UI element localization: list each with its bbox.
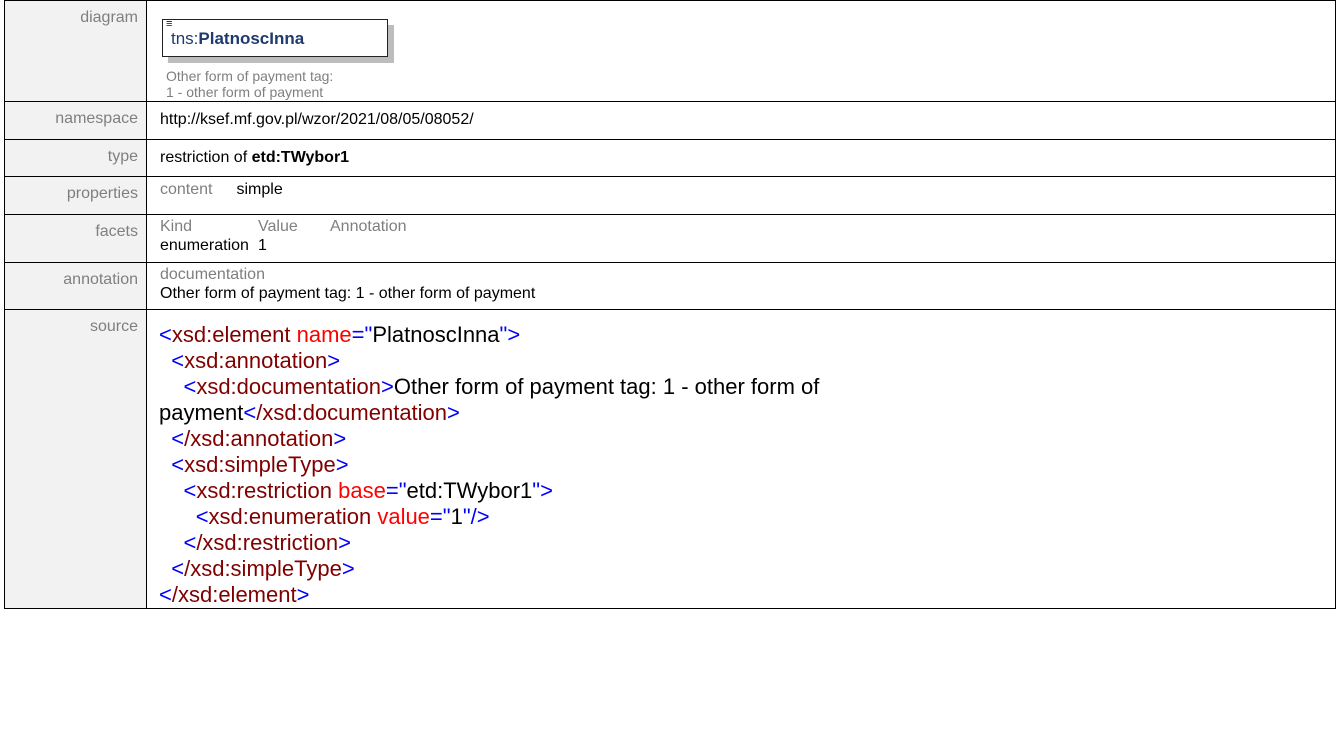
diagram-doc-line: Other form of payment tag:: [166, 68, 334, 84]
properties-header: content: [160, 181, 213, 198]
element-lines-icon: ≡: [166, 18, 173, 30]
row-source: source <xsd:element name="PlatnoscInna">…: [4, 309, 1336, 609]
type-value: restriction of etd:TWybor1: [146, 139, 1336, 177]
element-local-name: PlatnoscInna: [198, 29, 305, 48]
row-annotation: annotation documentation Other form of p…: [4, 262, 1336, 310]
annotation-value: documentation Other form of payment tag:…: [146, 262, 1336, 310]
facets-header-kind: Kind: [160, 218, 193, 235]
diagram-documentation: Other form of payment tag: 1 - other for…: [166, 68, 333, 100]
properties-content: simple: [236, 181, 283, 198]
row-properties: properties content simple: [4, 176, 1336, 215]
diagram-doc-line: 1 - other form of payment: [166, 84, 324, 100]
source-code: <xsd:element name="PlatnoscInna"> <xsd:a…: [159, 322, 820, 607]
facets-header-value: Value: [258, 218, 298, 235]
namespace-value: http://ksef.mf.gov.pl/wzor/2021/08/05/08…: [146, 101, 1336, 140]
facet-value: 1: [258, 237, 267, 254]
label-type: type: [4, 139, 147, 177]
properties-grid: content simple: [160, 181, 283, 199]
source-cell: <xsd:element name="PlatnoscInna"> <xsd:a…: [146, 309, 1336, 609]
facets-grid: Kind Value Annotation enumeration 1: [160, 217, 407, 255]
facets-header-annotation: Annotation: [330, 218, 407, 235]
element-box[interactable]: ≡ tns:PlatnoscInna: [162, 19, 388, 57]
facet-kind: enumeration: [160, 237, 249, 254]
facet-annotation: [330, 236, 407, 255]
element-name: tns:PlatnoscInna: [171, 29, 304, 49]
diagram-cell: ≡ tns:PlatnoscInna Other form of payment…: [146, 0, 1336, 102]
row-namespace: namespace http://ksef.mf.gov.pl/wzor/202…: [4, 101, 1336, 140]
type-base-link[interactable]: etd:TWybor1: [252, 149, 349, 166]
label-source: source: [4, 309, 147, 609]
row-facets: facets Kind Value Annotation enumeration…: [4, 214, 1336, 263]
element-prefix: tns:: [171, 29, 199, 48]
label-namespace: namespace: [4, 101, 147, 140]
row-type: type restriction of etd:TWybor1: [4, 139, 1336, 177]
annotation-text: Other form of payment tag: 1 - other for…: [160, 285, 536, 302]
diagram: ≡ tns:PlatnoscInna Other form of payment…: [147, 1, 1335, 101]
properties-value: content simple: [146, 176, 1336, 215]
label-facets: facets: [4, 214, 147, 263]
facets-value: Kind Value Annotation enumeration 1: [146, 214, 1336, 263]
label-diagram: diagram: [4, 0, 147, 102]
annotation-header: documentation: [160, 266, 265, 283]
label-properties: properties: [4, 176, 147, 215]
row-diagram: diagram ≡ tns:PlatnoscInna Other form of…: [4, 0, 1336, 102]
schema-doc-table: diagram ≡ tns:PlatnoscInna Other form of…: [4, 0, 1336, 609]
label-annotation: annotation: [4, 262, 147, 310]
type-prefix: restriction of: [160, 149, 252, 166]
annotation-grid: documentation Other form of payment tag:…: [160, 265, 1335, 303]
